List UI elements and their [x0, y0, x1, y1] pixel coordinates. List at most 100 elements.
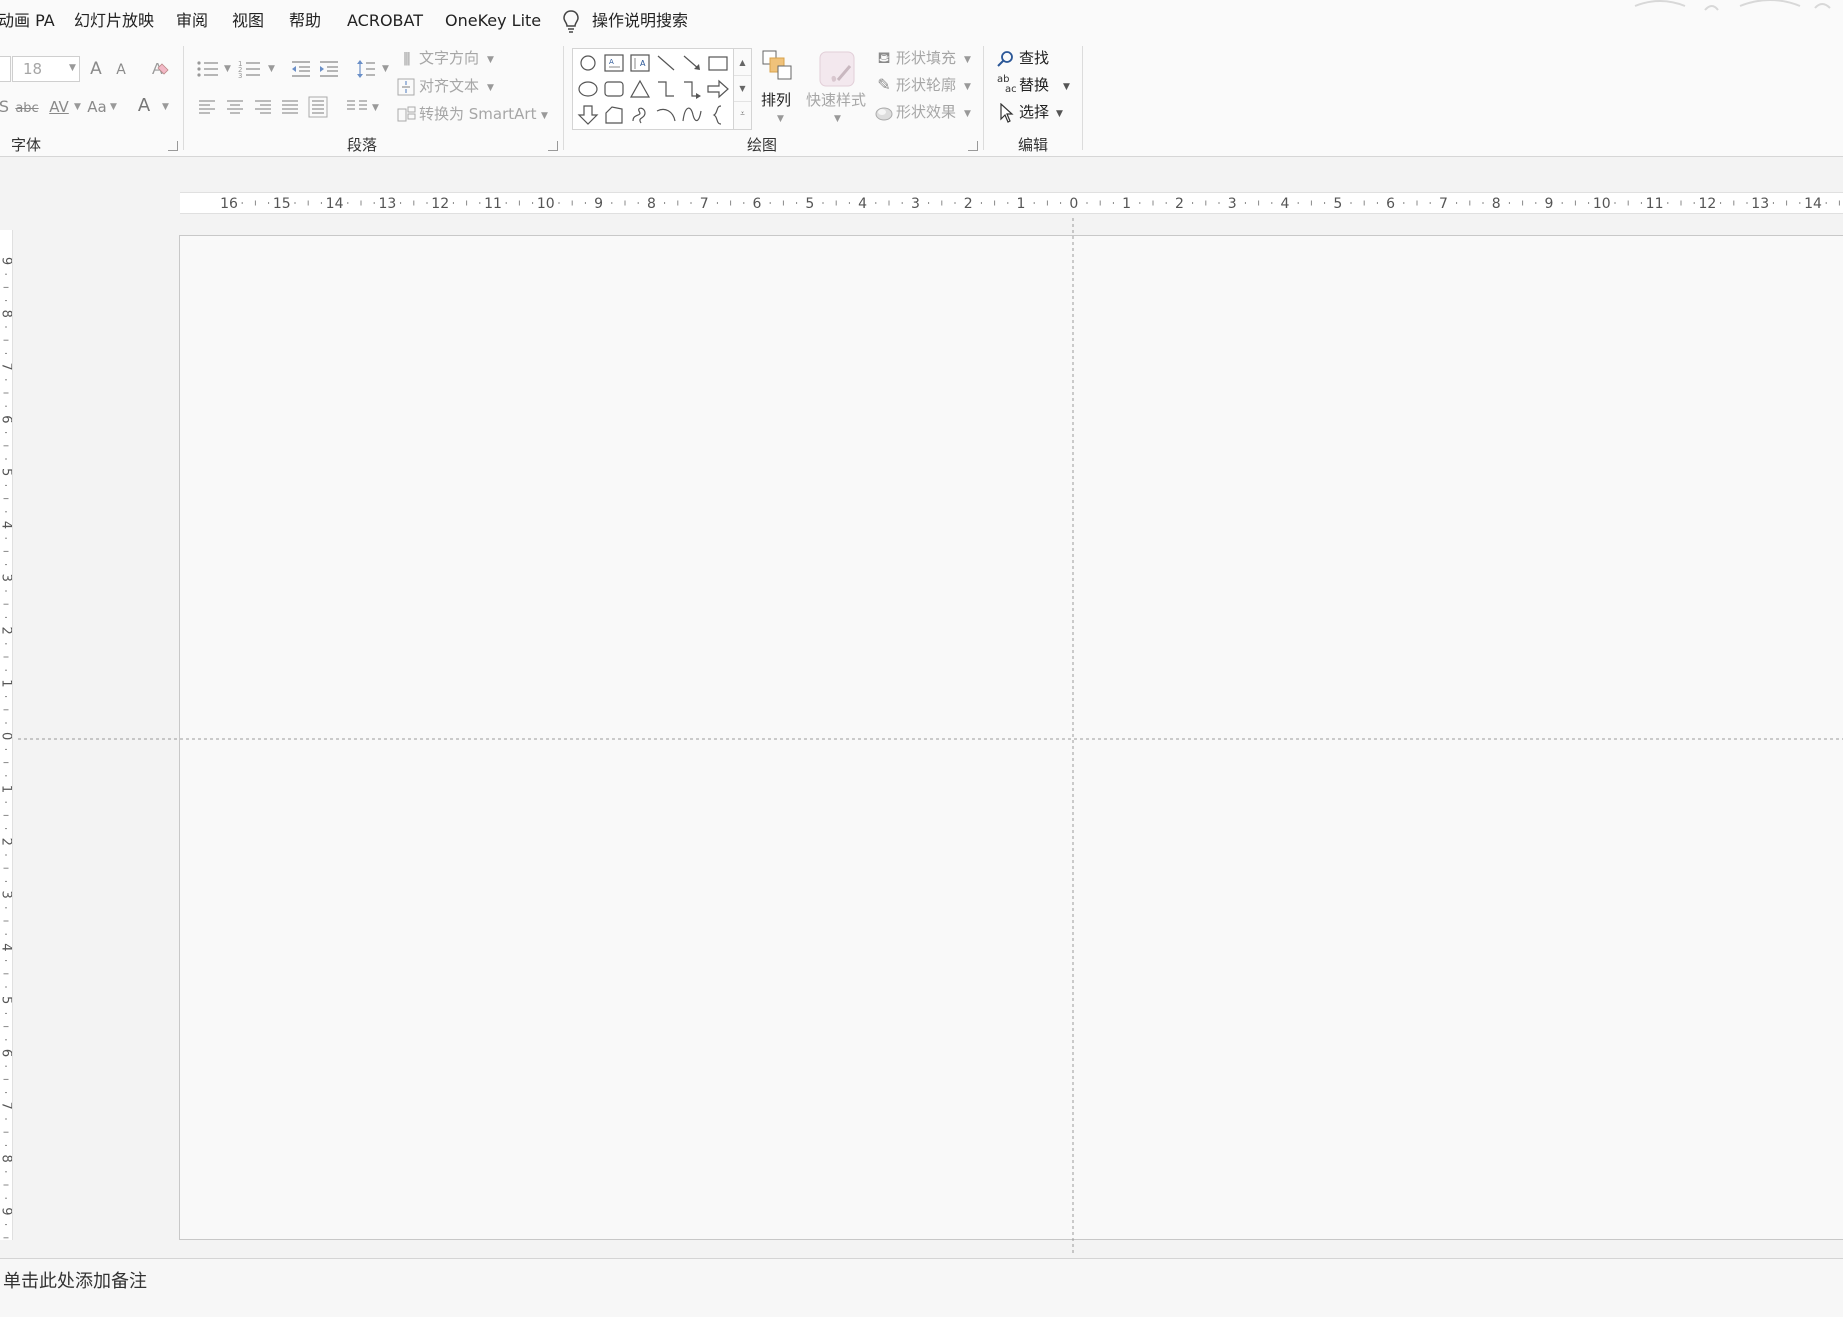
quick-styles-button[interactable]: 快速样式 ▼ [804, 48, 870, 132]
tab-slideshow[interactable]: 幻灯片放映 [74, 10, 154, 32]
tab-review[interactable]: 审阅 [176, 10, 208, 32]
scribble-shape-icon[interactable] [627, 103, 653, 127]
h-ruler-label: 11 [484, 196, 502, 212]
font-name-box[interactable] [0, 56, 11, 82]
shape-gallery[interactable]: A A [572, 48, 736, 130]
increase-indent-icon[interactable] [318, 58, 340, 80]
bullets-icon[interactable] [196, 58, 220, 80]
down-arrow-shape-icon[interactable] [575, 103, 601, 127]
horizontal-ruler[interactable]: 16 15 14 13 12 11 10 9 8 7 6 5 4 3 2 1 0 1 2 3 4 5 6 7 8 9 10 11 12 1… [180, 192, 1843, 214]
increase-font-icon[interactable]: A [86, 58, 106, 80]
curve-shape-icon[interactable] [679, 103, 705, 127]
chevron-down-icon[interactable]: ▼ [224, 64, 231, 74]
align-left-icon[interactable] [198, 98, 216, 116]
chevron-down-icon[interactable]: ▼ [74, 102, 81, 112]
arrow-line-shape-icon[interactable] [679, 51, 705, 75]
align-text-icon [397, 78, 415, 96]
text-direction-button[interactable]: ⫼ 文字方向 ▼ [397, 48, 557, 70]
tab-acrobat[interactable]: ACROBAT [347, 10, 423, 32]
menu-bar: 动画 PA 幻灯片放映 审阅 视图 帮助 ACROBAT OneKey Lite… [0, 0, 1843, 41]
shape-gallery-scrollbar[interactable]: ▲ ▼ ⩡ [733, 48, 752, 130]
h-ruler-label: 1 [1122, 196, 1131, 212]
brace-shape-icon[interactable] [705, 103, 731, 127]
line-spacing-icon[interactable] [356, 58, 376, 80]
paint-bucket-icon: ⛾ [877, 48, 891, 67]
chevron-down-icon: ▼ [487, 83, 494, 93]
text-box-shape-icon[interactable]: A [601, 51, 627, 75]
tab-onekey-lite[interactable]: OneKey Lite [445, 10, 541, 32]
shape-fill-button[interactable]: ⛾ 形状填充 ▼ [874, 48, 980, 70]
tab-help[interactable]: 帮助 [289, 10, 321, 32]
shape-fill-label: 形状填充 [896, 49, 957, 67]
notes-pane[interactable]: 单击此处添加备注 [0, 1259, 1843, 1317]
chevron-down-icon[interactable]: ▼ [268, 64, 275, 74]
editing-group-label: 编辑 [1018, 136, 1049, 154]
tell-me-search[interactable]: 操作说明搜索 [592, 10, 688, 32]
h-ruler-label: 13 [378, 196, 396, 212]
justify-icon[interactable] [281, 98, 299, 116]
h-ruler-label: 12 [1698, 196, 1716, 212]
tab-animations[interactable]: 动画 PA [0, 10, 55, 32]
change-case-icon[interactable]: Aa [86, 96, 108, 118]
paragraph-dialog-launcher-icon[interactable] [548, 141, 558, 151]
character-spacing-icon[interactable]: AV [46, 96, 72, 118]
svg-text:A: A [609, 58, 614, 66]
h-ruler-label: 2 [964, 196, 973, 212]
gallery-expand-icon[interactable]: ⩡ [734, 101, 751, 127]
font-size-box[interactable]: 18 ▼ [12, 56, 80, 82]
columns-icon[interactable] [346, 98, 368, 116]
line-shape-icon[interactable] [653, 51, 679, 75]
decrease-font-icon[interactable]: A [112, 60, 130, 80]
group-divider [983, 46, 984, 150]
pencil-icon: ✎ [877, 75, 891, 94]
font-dialog-launcher-icon[interactable] [168, 141, 178, 151]
convert-smartart-button[interactable]: 转换为 SmartArt ▼ [397, 104, 557, 126]
h-ruler-label: 7 [700, 196, 709, 212]
clear-formatting-icon[interactable]: A [150, 56, 172, 80]
scroll-down-icon[interactable]: ▼ [734, 75, 751, 102]
replace-button[interactable]: ab ac 替换 ▼ [997, 75, 1077, 97]
right-arrow-shape-icon[interactable] [705, 77, 731, 101]
align-text-button[interactable]: 对齐文本 ▼ [397, 76, 557, 98]
freeform-shape-icon[interactable] [601, 103, 627, 127]
replace-icon-ac: ac [1005, 84, 1017, 95]
h-ruler-label: 8 [1492, 196, 1501, 212]
vertical-text-box-shape-icon[interactable]: A [627, 51, 653, 75]
numbering-icon[interactable]: 123 [238, 58, 262, 80]
strikethrough-icon[interactable]: abc [14, 98, 40, 118]
distributed-icon[interactable] [308, 96, 328, 118]
font-color-icon[interactable]: A [134, 94, 154, 118]
chevron-down-icon[interactable]: ▼ [69, 63, 76, 73]
h-ruler-label: 14 [1804, 196, 1822, 212]
chevron-down-icon[interactable]: ▼ [162, 102, 169, 112]
align-right-icon[interactable] [254, 98, 272, 116]
scroll-up-icon[interactable]: ▲ [734, 49, 751, 76]
h-ruler-label: 10 [537, 196, 555, 212]
arrange-button[interactable]: 排列 ▼ [756, 48, 800, 132]
drawing-guides [18, 218, 1843, 1253]
decrease-indent-icon[interactable] [290, 58, 312, 80]
tab-view[interactable]: 视图 [232, 10, 264, 32]
arc-shape-icon[interactable] [653, 103, 679, 127]
oval-shape-icon[interactable] [575, 51, 601, 75]
rounded-rectangle-shape-icon[interactable] [601, 77, 627, 101]
align-center-icon[interactable] [226, 98, 244, 116]
chevron-down-icon[interactable]: ▼ [382, 64, 389, 74]
shadow-icon[interactable]: S [0, 96, 9, 118]
shape-outline-button[interactable]: ✎ 形状轮廓 ▼ [874, 75, 980, 97]
chevron-down-icon[interactable]: ▼ [372, 103, 379, 113]
select-button[interactable]: 选择 ▼ [997, 102, 1077, 124]
rectangle-shape-icon[interactable] [705, 51, 731, 75]
smartart-label: 转换为 SmartArt [419, 105, 537, 123]
chevron-down-icon: ▼ [834, 114, 841, 124]
shape-effects-button[interactable]: 形状效果 ▼ [874, 102, 980, 124]
replace-icon: ab ac [997, 75, 1017, 97]
chevron-down-icon[interactable]: ▼ [110, 102, 117, 112]
ellipse-shape-icon[interactable] [575, 77, 601, 101]
drawing-dialog-launcher-icon[interactable] [968, 141, 978, 151]
find-button[interactable]: 查找 [997, 48, 1077, 70]
elbow-connector-shape-icon[interactable] [653, 77, 679, 101]
lightbulb-icon[interactable] [562, 9, 580, 33]
elbow-arrow-connector-shape-icon[interactable] [679, 77, 705, 101]
triangle-shape-icon[interactable] [627, 77, 653, 101]
